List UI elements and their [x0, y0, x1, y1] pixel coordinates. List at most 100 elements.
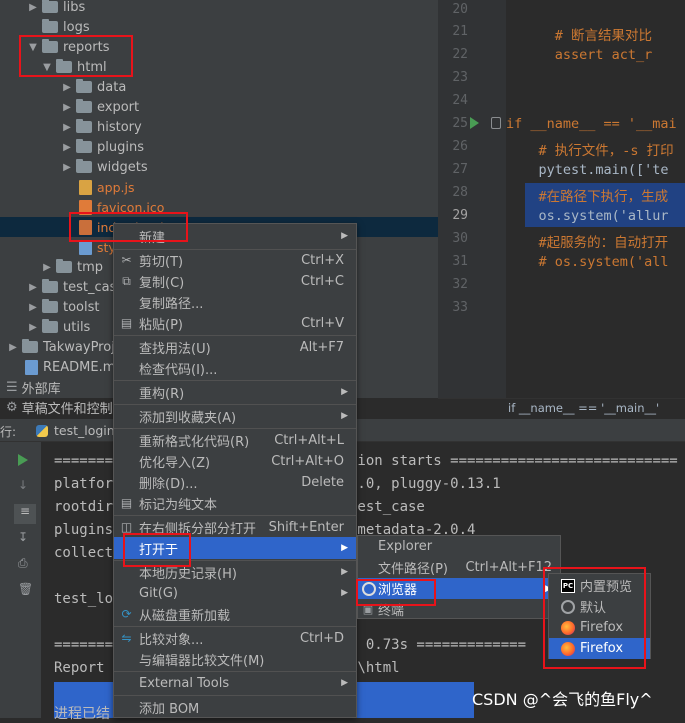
menu-item-new[interactable]: 新建 ▶ — [114, 225, 356, 247]
js-file-icon — [79, 179, 92, 195]
line-number: 31 — [452, 254, 468, 269]
menu-item-local-history[interactable]: 本地历史记录(H) ▶ — [114, 561, 356, 583]
menu-item-optimize-imports[interactable]: 优化导入(Z) Ctrl+Alt+O — [114, 450, 356, 472]
pycharm-icon: PC — [561, 578, 575, 593]
tree-item-widgets[interactable]: ▶ widgets — [0, 157, 438, 177]
globe-icon — [362, 581, 376, 596]
folder-icon — [56, 259, 72, 273]
chevron-right-icon[interactable]: ▶ — [60, 102, 74, 113]
chevron-right-icon[interactable]: ▶ — [40, 262, 54, 273]
chevron-down-icon[interactable]: ▼ — [26, 42, 40, 53]
split-icon: ◫ — [120, 520, 133, 534]
line-number: 20 — [452, 2, 468, 17]
line-number: 21 — [452, 24, 468, 39]
line-number: 22 — [452, 47, 468, 62]
print-icon[interactable]: ⎙ — [18, 556, 28, 571]
tree-item-export[interactable]: ▶ export — [0, 97, 438, 117]
tree-item-label: data — [97, 79, 127, 95]
tree-item-label: plugins — [97, 139, 144, 155]
run-gutter-icon[interactable] — [470, 117, 479, 129]
breadcrumb[interactable]: if __name__ == '__main__' — [438, 398, 685, 418]
menu-item-firefox-selected[interactable]: Firefox — [549, 638, 650, 659]
menu-item-inspect[interactable]: 检查代码(I)... — [114, 357, 356, 379]
tree-item-app-js[interactable]: app.js — [0, 177, 438, 197]
menu-item-terminal[interactable]: ▣ 终端 — [358, 599, 560, 620]
browser-submenu: PC 内置预览 默认 Firefox Firefox — [548, 573, 651, 659]
menu-item-builtin-preview[interactable]: PC 内置预览 — [549, 575, 650, 596]
chevron-right-icon[interactable]: ▶ — [26, 322, 40, 333]
menu-item-default[interactable]: 默认 — [549, 596, 650, 617]
menu-item-compare-editor[interactable]: 与编辑器比较文件(M) — [114, 648, 356, 670]
tree-item-plugins[interactable]: ▶ plugins — [0, 137, 438, 157]
tree-item-libs[interactable]: ▶ libs — [0, 0, 438, 17]
menu-item-paste[interactable]: ▤ 粘贴(P) Ctrl+V — [114, 312, 356, 334]
watermark: CSDN @^会飞的鱼Fly^ — [472, 690, 653, 709]
menu-item-browser[interactable]: 浏览器▶ — [358, 578, 560, 599]
tree-item-data[interactable]: ▶ data — [0, 77, 438, 97]
code-line: # os.system('all — [506, 254, 669, 270]
css-file-icon — [79, 239, 92, 255]
menu-item-copy-path[interactable]: 复制路径... — [114, 291, 356, 313]
menu-item-open-in[interactable]: 打开于 ▶ — [114, 537, 356, 559]
menu-item-firefox[interactable]: Firefox — [549, 617, 650, 638]
run-tab-label[interactable]: test_login — [54, 423, 115, 438]
line-number: 23 — [452, 70, 468, 85]
menu-item-add-bom[interactable]: 添加 BOM — [114, 696, 356, 718]
menu-item-git[interactable]: Git(G) ▶ — [114, 582, 356, 604]
menu-item-delete[interactable]: 删除(D)... Delete — [114, 471, 356, 493]
menu-item-external-tools[interactable]: External Tools ▶ — [114, 672, 356, 694]
delete-icon[interactable]: 🗑 — [18, 582, 33, 596]
chevron-right-icon[interactable]: ▶ — [26, 302, 40, 313]
code-line: # 断言结果对比 — [506, 28, 653, 44]
menu-item-compare[interactable]: ⇋ 比较对象... Ctrl+D — [114, 627, 356, 649]
menu-item-copy[interactable]: ⧉ 复制(C) Ctrl+C — [114, 270, 356, 292]
tree-item-favicon[interactable]: favicon.ico — [0, 197, 438, 217]
wrap-icon[interactable]: ≡ — [14, 504, 36, 524]
console-line: collect — [54, 545, 114, 561]
menu-item-find-usages[interactable]: 查找用法(U) Alt+F7 — [114, 336, 356, 358]
rerun-icon[interactable] — [18, 454, 28, 466]
chevron-right-icon[interactable]: ▶ — [60, 82, 74, 93]
menu-item-reload[interactable]: ⟳ 从磁盘重新加载 — [114, 603, 356, 625]
scroll-end-icon[interactable]: ↧ — [18, 530, 28, 544]
tree-item-history[interactable]: ▶ history — [0, 117, 438, 137]
menu-item-refactor[interactable]: 重构(R) ▶ — [114, 381, 356, 403]
tree-item-html[interactable]: ▼ html — [0, 57, 438, 77]
arrow-down-icon[interactable]: ↓ — [18, 478, 28, 492]
tree-item-label: logs — [63, 19, 90, 35]
tree-item-label: app.js — [97, 179, 135, 195]
menu-item-explorer[interactable]: Explorer — [358, 536, 560, 557]
tree-item-label: reports — [63, 39, 110, 55]
firefox-icon — [561, 620, 575, 635]
menu-item-reformat[interactable]: 重新格式化代码(R) Ctrl+Alt+L — [114, 429, 356, 451]
menu-item-file-path[interactable]: 文件路径(P) Ctrl+Alt+F12 — [358, 557, 560, 578]
folder-icon — [22, 339, 38, 353]
tree-item-label: widgets — [97, 159, 148, 175]
text-icon: ▤ — [120, 496, 133, 510]
context-menu: 新建 ▶ ✂ 剪切(T) Ctrl+X ⧉ 复制(C) Ctrl+C 复制路径... ▤ 粘… — [113, 223, 357, 718]
chevron-right-icon[interactable]: ▶ — [60, 142, 74, 153]
line-number: 33 — [452, 300, 468, 315]
copy-icon: ⧉ — [122, 273, 131, 288]
tree-item-logs[interactable]: logs — [0, 17, 438, 37]
chevron-right-icon[interactable]: ▶ — [6, 342, 20, 353]
code-line: os.system('allur — [506, 208, 669, 224]
menu-item-favorites[interactable]: 添加到收藏夹(A) ▶ — [114, 405, 356, 427]
chevron-down-icon[interactable]: ▼ — [40, 62, 54, 73]
tree-item-label: export — [97, 99, 140, 115]
chevron-right-icon[interactable]: ▶ — [60, 122, 74, 133]
menu-item-open-split[interactable]: ◫ 在右侧拆分部分打开 Shift+Enter — [114, 516, 356, 538]
chevron-right-icon[interactable]: ▶ — [26, 282, 40, 293]
chevron-right-icon[interactable]: ▶ — [26, 2, 40, 13]
menu-item-cut[interactable]: ✂ 剪切(T) Ctrl+X — [114, 249, 356, 271]
tree-item-reports[interactable]: ▼ reports — [0, 37, 438, 57]
ico-file-icon — [79, 199, 92, 215]
fold-icon[interactable] — [491, 117, 501, 129]
folder-icon — [42, 19, 58, 33]
console-line: 进程已结 — [54, 706, 110, 722]
code-line: if __name__ == '__mai — [506, 116, 677, 132]
tree-item-label: 草稿文件和控制台 — [21, 401, 126, 417]
line-number: 25 — [452, 116, 468, 131]
chevron-right-icon[interactable]: ▶ — [60, 162, 74, 173]
menu-item-mark-plain-text[interactable]: ▤ 标记为纯文本 — [114, 492, 356, 514]
